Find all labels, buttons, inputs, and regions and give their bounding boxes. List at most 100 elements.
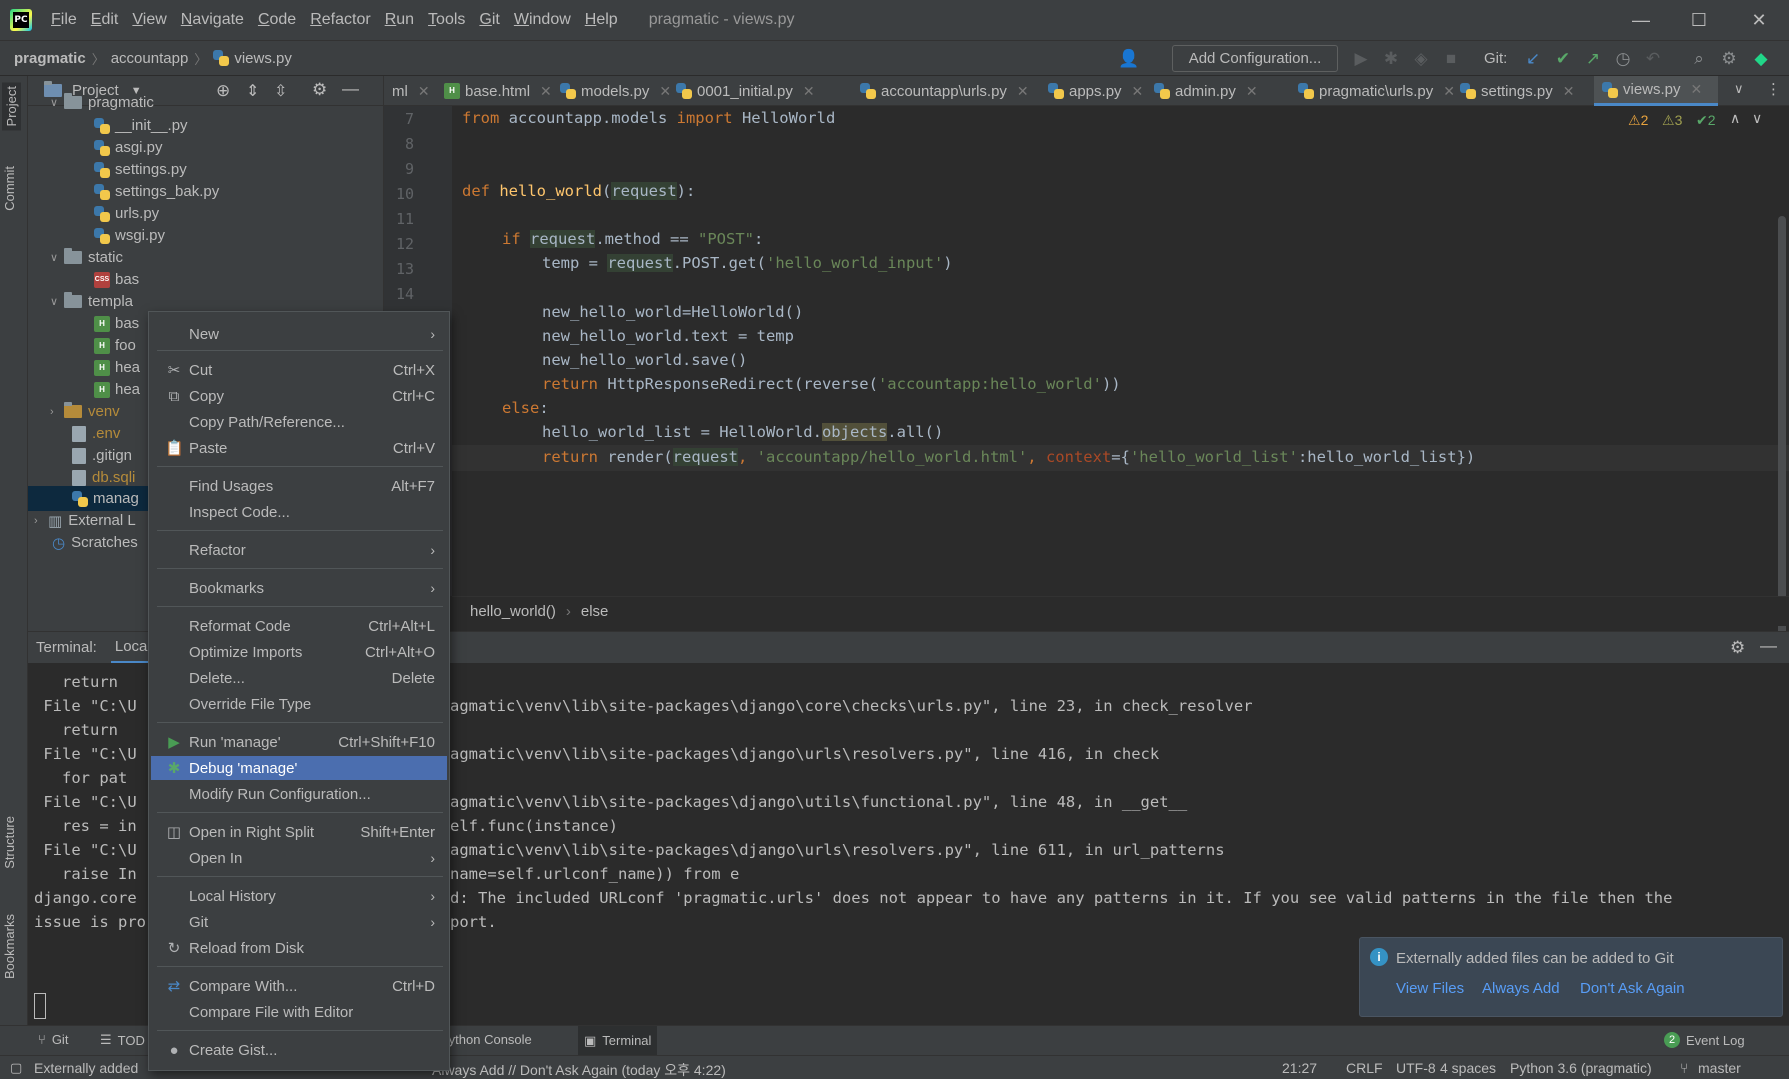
menu-item-inspect-code[interactable]: Inspect Code...: [151, 500, 447, 524]
close-icon[interactable]: ✕: [1132, 83, 1144, 100]
menu-item-open-in[interactable]: Open In ›: [151, 846, 447, 870]
weak-warning-icon[interactable]: ⚠3: [1662, 112, 1682, 129]
tab-apps[interactable]: apps.py ✕: [1040, 76, 1143, 106]
close-icon[interactable]: ✕: [418, 83, 430, 100]
menu-item-compare-with[interactable]: ⇄ Compare With... Ctrl+D: [151, 974, 447, 998]
minimize-button[interactable]: —: [1612, 0, 1670, 40]
tab-base-html[interactable]: Hbase.html ✕: [436, 76, 552, 106]
tab-admin[interactable]: admin.py ✕: [1146, 76, 1258, 106]
previous-highlight-icon[interactable]: ∧: [1730, 110, 1740, 127]
tab-initial-migration[interactable]: 0001_initial.py ✕: [668, 76, 815, 106]
tool-tab-commit[interactable]: Commit: [2, 166, 17, 211]
tool-tab-git[interactable]: ⑂ Git: [38, 1032, 68, 1047]
menu-code[interactable]: Code: [251, 11, 303, 29]
close-icon[interactable]: ✕: [540, 83, 552, 100]
menu-item-override-file-type[interactable]: Override File Type: [151, 692, 447, 716]
gear-icon[interactable]: ⚙: [312, 80, 327, 100]
git-commit-icon[interactable]: ✔: [1552, 48, 1574, 70]
menu-item-delete[interactable]: Delete... Delete: [151, 666, 447, 690]
breadcrumb-folder[interactable]: accountapp: [107, 50, 193, 67]
hide-panel-icon[interactable]: —: [342, 79, 359, 99]
tool-tab-terminal[interactable]: ▣ Terminal: [578, 1026, 658, 1055]
menu-item-reformat-code[interactable]: Reformat Code Ctrl+Alt+L: [151, 614, 447, 638]
menu-item-copy[interactable]: ⧉ Copy Ctrl+C: [151, 384, 447, 408]
menu-item-run-manage[interactable]: ▶ Run 'manage' Ctrl+Shift+F10: [151, 730, 447, 754]
always-add-link[interactable]: Always Add: [1482, 980, 1560, 997]
history-icon[interactable]: ◷: [1612, 48, 1634, 70]
menu-help[interactable]: Help: [578, 11, 625, 29]
caret-position[interactable]: 21:27: [1282, 1060, 1317, 1076]
python-interpreter[interactable]: Python 3.6 (pragmatic): [1510, 1060, 1652, 1076]
status-message-right[interactable]: Always Add // Don't Ask Again (today 오후 …: [432, 1060, 726, 1079]
search-icon[interactable]: ⌕: [1688, 48, 1710, 70]
tool-tab-bookmarks[interactable]: Bookmarks: [2, 914, 17, 979]
close-button[interactable]: ✕: [1730, 0, 1788, 40]
menu-run[interactable]: Run: [378, 11, 421, 29]
tab-html-partial[interactable]: ml ✕: [384, 76, 430, 106]
debug-icon[interactable]: ✱: [1380, 48, 1402, 70]
tree-item-scratches[interactable]: ◷ Scratches: [52, 530, 138, 555]
menu-item-local-history[interactable]: Local History ›: [151, 884, 447, 908]
settings-gear-icon[interactable]: ⚙: [1718, 48, 1740, 70]
close-icon[interactable]: ✕: [1017, 83, 1029, 100]
add-configuration-button[interactable]: Add Configuration...: [1172, 45, 1338, 72]
menu-item-copy-path[interactable]: Copy Path/Reference...: [151, 410, 447, 434]
warning-icon[interactable]: ⚠2: [1628, 112, 1648, 129]
file-encoding[interactable]: UTF-8: [1396, 1060, 1436, 1076]
tab-accountapp-urls[interactable]: accountapp\urls.py ✕: [852, 76, 1029, 106]
menu-item-cut[interactable]: ✂ Cut Ctrl+X: [151, 358, 447, 382]
indent-setting[interactable]: 4 spaces: [1440, 1060, 1496, 1076]
close-icon[interactable]: ✕: [1691, 81, 1703, 98]
menu-item-find-usages[interactable]: Find Usages Alt+F7: [151, 474, 447, 498]
next-highlight-icon[interactable]: ∨: [1752, 110, 1762, 127]
close-icon[interactable]: ✕: [1563, 83, 1575, 100]
git-branch[interactable]: master: [1698, 1060, 1741, 1076]
tool-tab-python-console[interactable]: Python Console: [440, 1032, 532, 1047]
gear-icon[interactable]: ⚙: [1730, 638, 1745, 658]
tree-item-pragmatic[interactable]: ∨ pragmatic: [50, 90, 154, 115]
jetbrains-icon[interactable]: ◆: [1750, 48, 1772, 70]
breadcrumb-project[interactable]: pragmatic: [0, 50, 90, 67]
hide-panel-icon[interactable]: —: [1760, 636, 1777, 656]
menu-item-git[interactable]: Git ›: [151, 910, 447, 934]
menu-item-paste[interactable]: 📋 Paste Ctrl+V: [151, 436, 447, 460]
rollback-icon[interactable]: ↶: [1642, 48, 1664, 70]
menu-item-debug-manage[interactable]: ✱ Debug 'manage': [151, 756, 447, 780]
collapse-all-icon[interactable]: ⇳: [274, 81, 287, 101]
code-editor[interactable]: from accountapp.models import HelloWorld…: [452, 106, 1789, 666]
menu-git[interactable]: Git: [472, 11, 506, 29]
menu-item-optimize-imports[interactable]: Optimize Imports Ctrl+Alt+O: [151, 640, 447, 664]
tab-list-chevron-icon[interactable]: ∨: [1734, 81, 1744, 97]
coverage-icon[interactable]: ◈: [1410, 48, 1432, 70]
tool-tab-project[interactable]: Project: [2, 82, 21, 131]
tool-tab-structure[interactable]: Structure: [2, 816, 17, 869]
stop-icon[interactable]: ■: [1440, 48, 1462, 70]
chevron-down-icon[interactable]: ∨: [50, 295, 64, 308]
tab-settings[interactable]: settings.py ✕: [1452, 76, 1574, 106]
git-update-icon[interactable]: ↙: [1522, 48, 1544, 70]
maximize-button[interactable]: ☐: [1670, 0, 1728, 40]
user-icon[interactable]: 👤: [1118, 48, 1140, 70]
chevron-down-icon[interactable]: ∨: [50, 96, 64, 109]
status-toggle-icon[interactable]: ▢: [10, 1060, 22, 1076]
git-push-icon[interactable]: ↗: [1582, 48, 1604, 70]
menu-item-create-gist[interactable]: ● Create Gist...: [151, 1038, 447, 1062]
terminal-tab-local[interactable]: Loca: [110, 632, 152, 664]
status-message-left[interactable]: Externally added: [34, 1060, 138, 1076]
menu-item-new[interactable]: New ›: [151, 322, 447, 346]
more-options-icon[interactable]: ⋮: [1766, 80, 1781, 98]
close-icon[interactable]: ✕: [803, 83, 815, 100]
chevron-down-icon[interactable]: ∨: [50, 251, 64, 264]
tool-tab-event-log[interactable]: 2 Event Log: [1664, 1032, 1745, 1048]
menu-navigate[interactable]: Navigate: [174, 11, 251, 29]
chevron-right-icon[interactable]: ›: [50, 406, 64, 418]
close-icon[interactable]: ✕: [1246, 83, 1258, 100]
breadcrumb-function[interactable]: hello_world(): [470, 603, 556, 620]
menu-item-modify-run-configuration[interactable]: Modify Run Configuration...: [151, 782, 447, 806]
menu-refactor[interactable]: Refactor: [303, 11, 377, 29]
menu-item-reload-from-disk[interactable]: ↻ Reload from Disk: [151, 936, 447, 960]
menu-item-open-in-right-split[interactable]: ◫ Open in Right Split Shift+Enter: [151, 820, 447, 844]
tab-views[interactable]: views.py ✕: [1594, 76, 1718, 106]
expand-all-icon[interactable]: ⇕: [246, 81, 259, 101]
chevron-right-icon[interactable]: ›: [34, 515, 48, 527]
